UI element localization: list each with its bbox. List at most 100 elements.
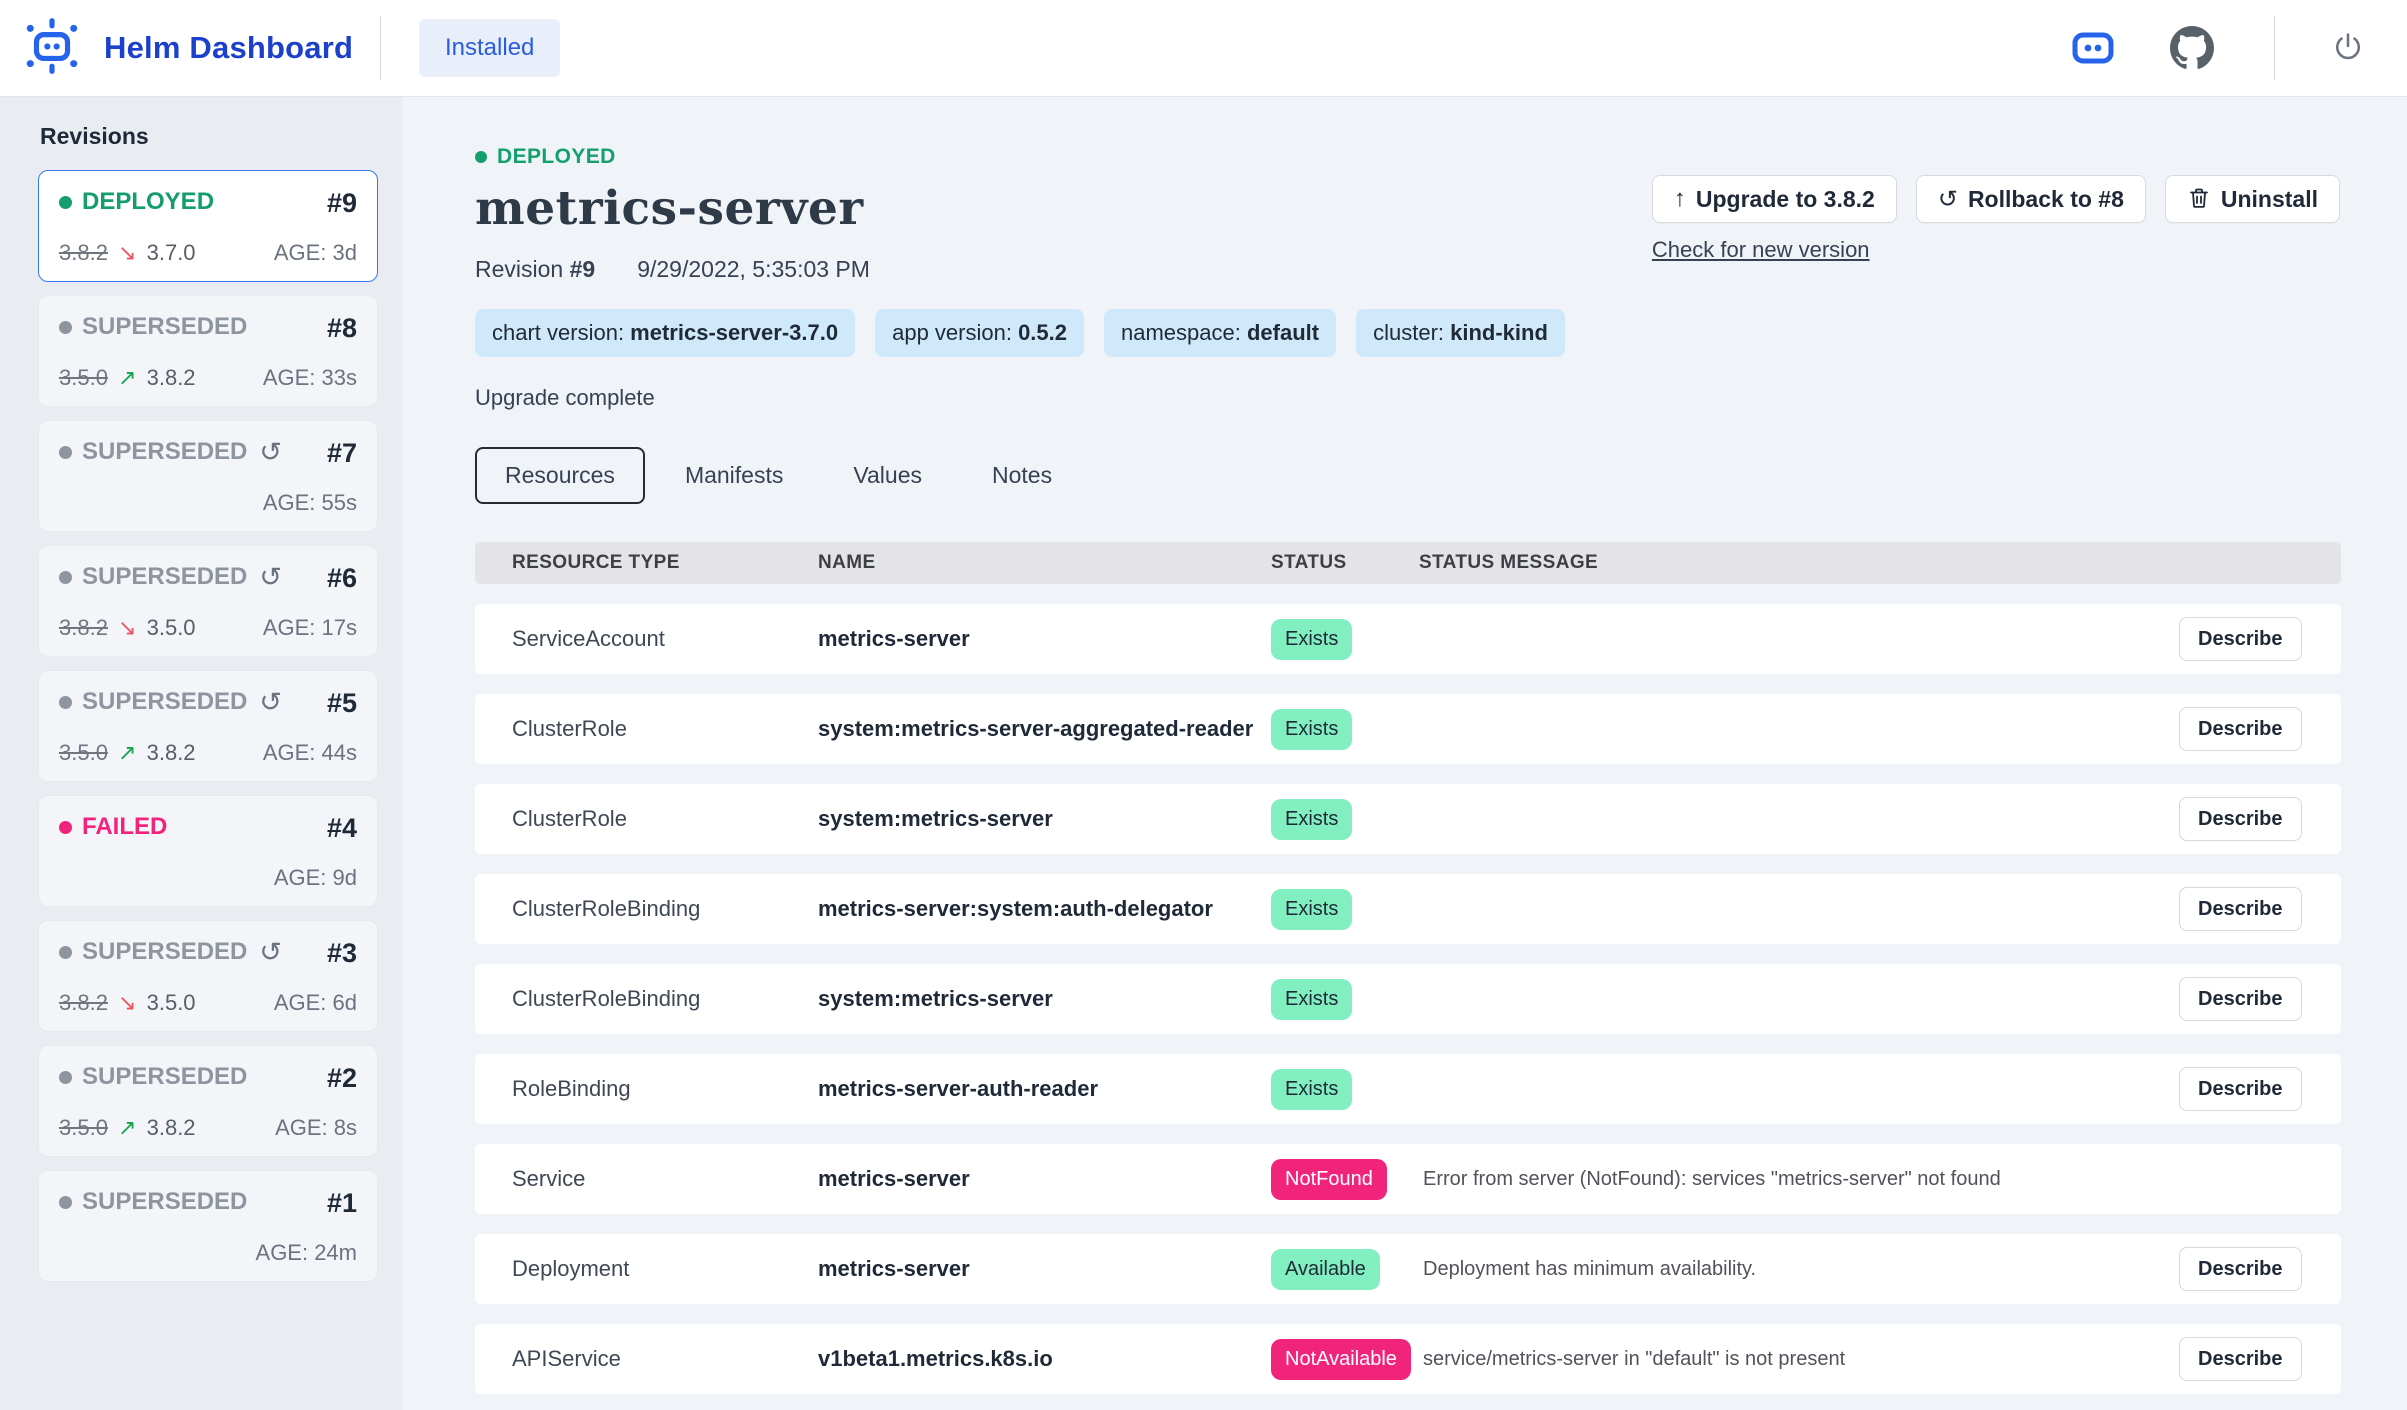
status-badge: Exists — [1271, 979, 1352, 1020]
header-divider — [2274, 16, 2275, 80]
release-actions: ↑ Upgrade to 3.8.2 ↺ Rollback to #8 Unin… — [1652, 175, 2340, 263]
revision-card[interactable]: DEPLOYED#93.8.2 ↘ 3.7.0AGE: 3d — [38, 170, 378, 282]
row-actions: Describe — [2179, 707, 2341, 751]
revision-number: #7 — [327, 438, 357, 469]
status-dot-icon — [59, 1196, 72, 1209]
revision-status: SUPERSEDED — [59, 1188, 247, 1216]
revision-age: AGE: 24m — [256, 1240, 357, 1266]
status-cell: NotFound — [1271, 1159, 1419, 1200]
old-version: 3.8.2 — [59, 615, 108, 640]
badge-label: chart version: — [492, 320, 630, 345]
describe-button[interactable]: Describe — [2179, 707, 2302, 751]
tab-manifests[interactable]: Manifests — [655, 447, 813, 504]
revision-card[interactable]: FAILED#4AGE: 9d — [38, 795, 378, 907]
resource-type-cell: Service — [512, 1166, 818, 1192]
revision-status-label: DEPLOYED — [82, 188, 214, 216]
badge-label: cluster: — [1373, 320, 1450, 345]
nav-tab-installed[interactable]: Installed — [419, 19, 560, 77]
check-new-version-link[interactable]: Check for new version — [1652, 237, 1870, 263]
revision-card[interactable]: SUPERSEDED#83.5.0 ↗ 3.8.2AGE: 33s — [38, 295, 378, 407]
status-message-cell: Error from server (NotFound): services "… — [1419, 1168, 2179, 1191]
revisions-list: DEPLOYED#93.8.2 ↘ 3.7.0AGE: 3d SUPERSEDED… — [0, 170, 402, 1282]
revision-card[interactable]: SUPERSEDED↺#53.5.0 ↗ 3.8.2AGE: 44s — [38, 670, 378, 782]
revision-card[interactable]: SUPERSEDED↺#63.8.2 ↘ 3.5.0AGE: 17s — [38, 545, 378, 657]
power-icon[interactable] — [2331, 31, 2365, 65]
badge-value: metrics-server-3.7.0 — [630, 320, 838, 345]
rollback-icon: ↺ — [1938, 185, 1958, 214]
upgrade-button[interactable]: ↑ Upgrade to 3.8.2 — [1652, 175, 1897, 223]
describe-button[interactable]: Describe — [2179, 797, 2302, 841]
bot-logo-icon — [22, 17, 82, 80]
badge-value: 0.5.2 — [1018, 320, 1067, 345]
revision-card[interactable]: SUPERSEDED↺#33.8.2 ↘ 3.5.0AGE: 6d — [38, 920, 378, 1032]
revision-status-label: SUPERSEDED — [82, 938, 247, 966]
revision-status: DEPLOYED — [59, 188, 214, 216]
resource-type-cell: ClusterRoleBinding — [512, 896, 818, 922]
resources-table: RESOURCE TYPE NAME STATUS STATUS MESSAGE… — [475, 542, 2341, 1394]
bot-face-icon[interactable] — [2072, 32, 2114, 64]
new-version: 3.5.0 — [147, 615, 196, 640]
tab-resources[interactable]: Resources — [475, 447, 645, 504]
tab-values[interactable]: Values — [823, 447, 952, 504]
resource-type-cell: APIService — [512, 1346, 818, 1372]
resource-name-cell: metrics-server:system:auth-delegator — [818, 896, 1271, 922]
col-resource-type: RESOURCE TYPE — [512, 552, 818, 574]
table-row: Servicemetrics-serverNotFound Error from … — [475, 1144, 2341, 1214]
resource-type-cell: ServiceAccount — [512, 626, 818, 652]
describe-button[interactable]: Describe — [2179, 617, 2302, 661]
status-cell: Exists — [1271, 889, 1419, 930]
status-dot-icon — [59, 321, 72, 334]
revision-status: FAILED — [59, 813, 167, 841]
tabs: ResourcesManifestsValuesNotes — [475, 447, 2344, 504]
arrow-up-right-icon: ↗ — [108, 365, 147, 390]
resource-name-cell: metrics-server — [818, 1166, 1271, 1192]
badge-value: default — [1247, 320, 1319, 345]
revision-status: SUPERSEDED — [59, 1063, 247, 1091]
describe-button[interactable]: Describe — [2179, 1247, 2302, 1291]
status-dot-icon — [59, 696, 72, 709]
revision-versions: 3.8.2 ↘ 3.5.0 — [59, 615, 196, 641]
revision-status-label: SUPERSEDED — [82, 313, 247, 341]
status-badge: NotFound — [1271, 1159, 1387, 1200]
revision-age: AGE: 8s — [275, 1115, 357, 1141]
release-badges: chart version: metrics-server-3.7.0app v… — [475, 309, 2344, 357]
status-badge: Exists — [1271, 1069, 1352, 1110]
arrow-down-right-icon: ↘ — [108, 615, 147, 640]
describe-button[interactable]: Describe — [2179, 887, 2302, 931]
arrow-down-right-icon: ↘ — [108, 990, 147, 1015]
row-actions: Describe — [2179, 797, 2341, 841]
revision-card[interactable]: SUPERSEDED#23.5.0 ↗ 3.8.2AGE: 8s — [38, 1045, 378, 1157]
app-title: Helm Dashboard — [104, 30, 353, 66]
release-badge: chart version: metrics-server-3.7.0 — [475, 309, 855, 357]
resource-name-cell: system:metrics-server-aggregated-reader — [818, 716, 1271, 742]
revision-card[interactable]: SUPERSEDED#1AGE: 24m — [38, 1170, 378, 1282]
revision-card[interactable]: SUPERSEDED↺#7AGE: 55s — [38, 420, 378, 532]
status-cell: NotAvailable — [1271, 1339, 1419, 1380]
table-row: ClusterRolesystem:metrics-server-aggrega… — [475, 694, 2341, 764]
status-badge: Exists — [1271, 799, 1352, 840]
revision-number: #4 — [327, 813, 357, 844]
release-badge: cluster: kind-kind — [1356, 309, 1565, 357]
rollback-button[interactable]: ↺ Rollback to #8 — [1916, 175, 2146, 223]
revision-age: AGE: 6d — [274, 990, 357, 1016]
tab-notes[interactable]: Notes — [962, 447, 1082, 504]
github-icon[interactable] — [2170, 26, 2214, 70]
row-actions: Describe — [2179, 1247, 2341, 1291]
revision-status-label: SUPERSEDED — [82, 438, 247, 466]
revision-status: SUPERSEDED↺ — [59, 688, 282, 716]
reconfigure-icon: ↺ — [259, 442, 282, 462]
table-row: Deploymentmetrics-serverAvailableDeploym… — [475, 1234, 2341, 1304]
revision-status-label: SUPERSEDED — [82, 1063, 247, 1091]
revision-label: Revision #9 — [475, 256, 595, 283]
describe-button[interactable]: Describe — [2179, 1337, 2302, 1381]
status-cell: Available — [1271, 1249, 1419, 1290]
revision-number: #2 — [327, 1063, 357, 1094]
release-status: DEPLOYED — [475, 145, 2344, 169]
uninstall-button[interactable]: Uninstall — [2165, 175, 2340, 223]
status-badge: Available — [1271, 1249, 1380, 1290]
describe-button[interactable]: Describe — [2179, 977, 2302, 1021]
resource-name-cell: system:metrics-server — [818, 806, 1271, 832]
describe-button[interactable]: Describe — [2179, 1067, 2302, 1111]
revision-number: #8 — [327, 313, 357, 344]
resource-name-cell: v1beta1.metrics.k8s.io — [818, 1346, 1271, 1372]
